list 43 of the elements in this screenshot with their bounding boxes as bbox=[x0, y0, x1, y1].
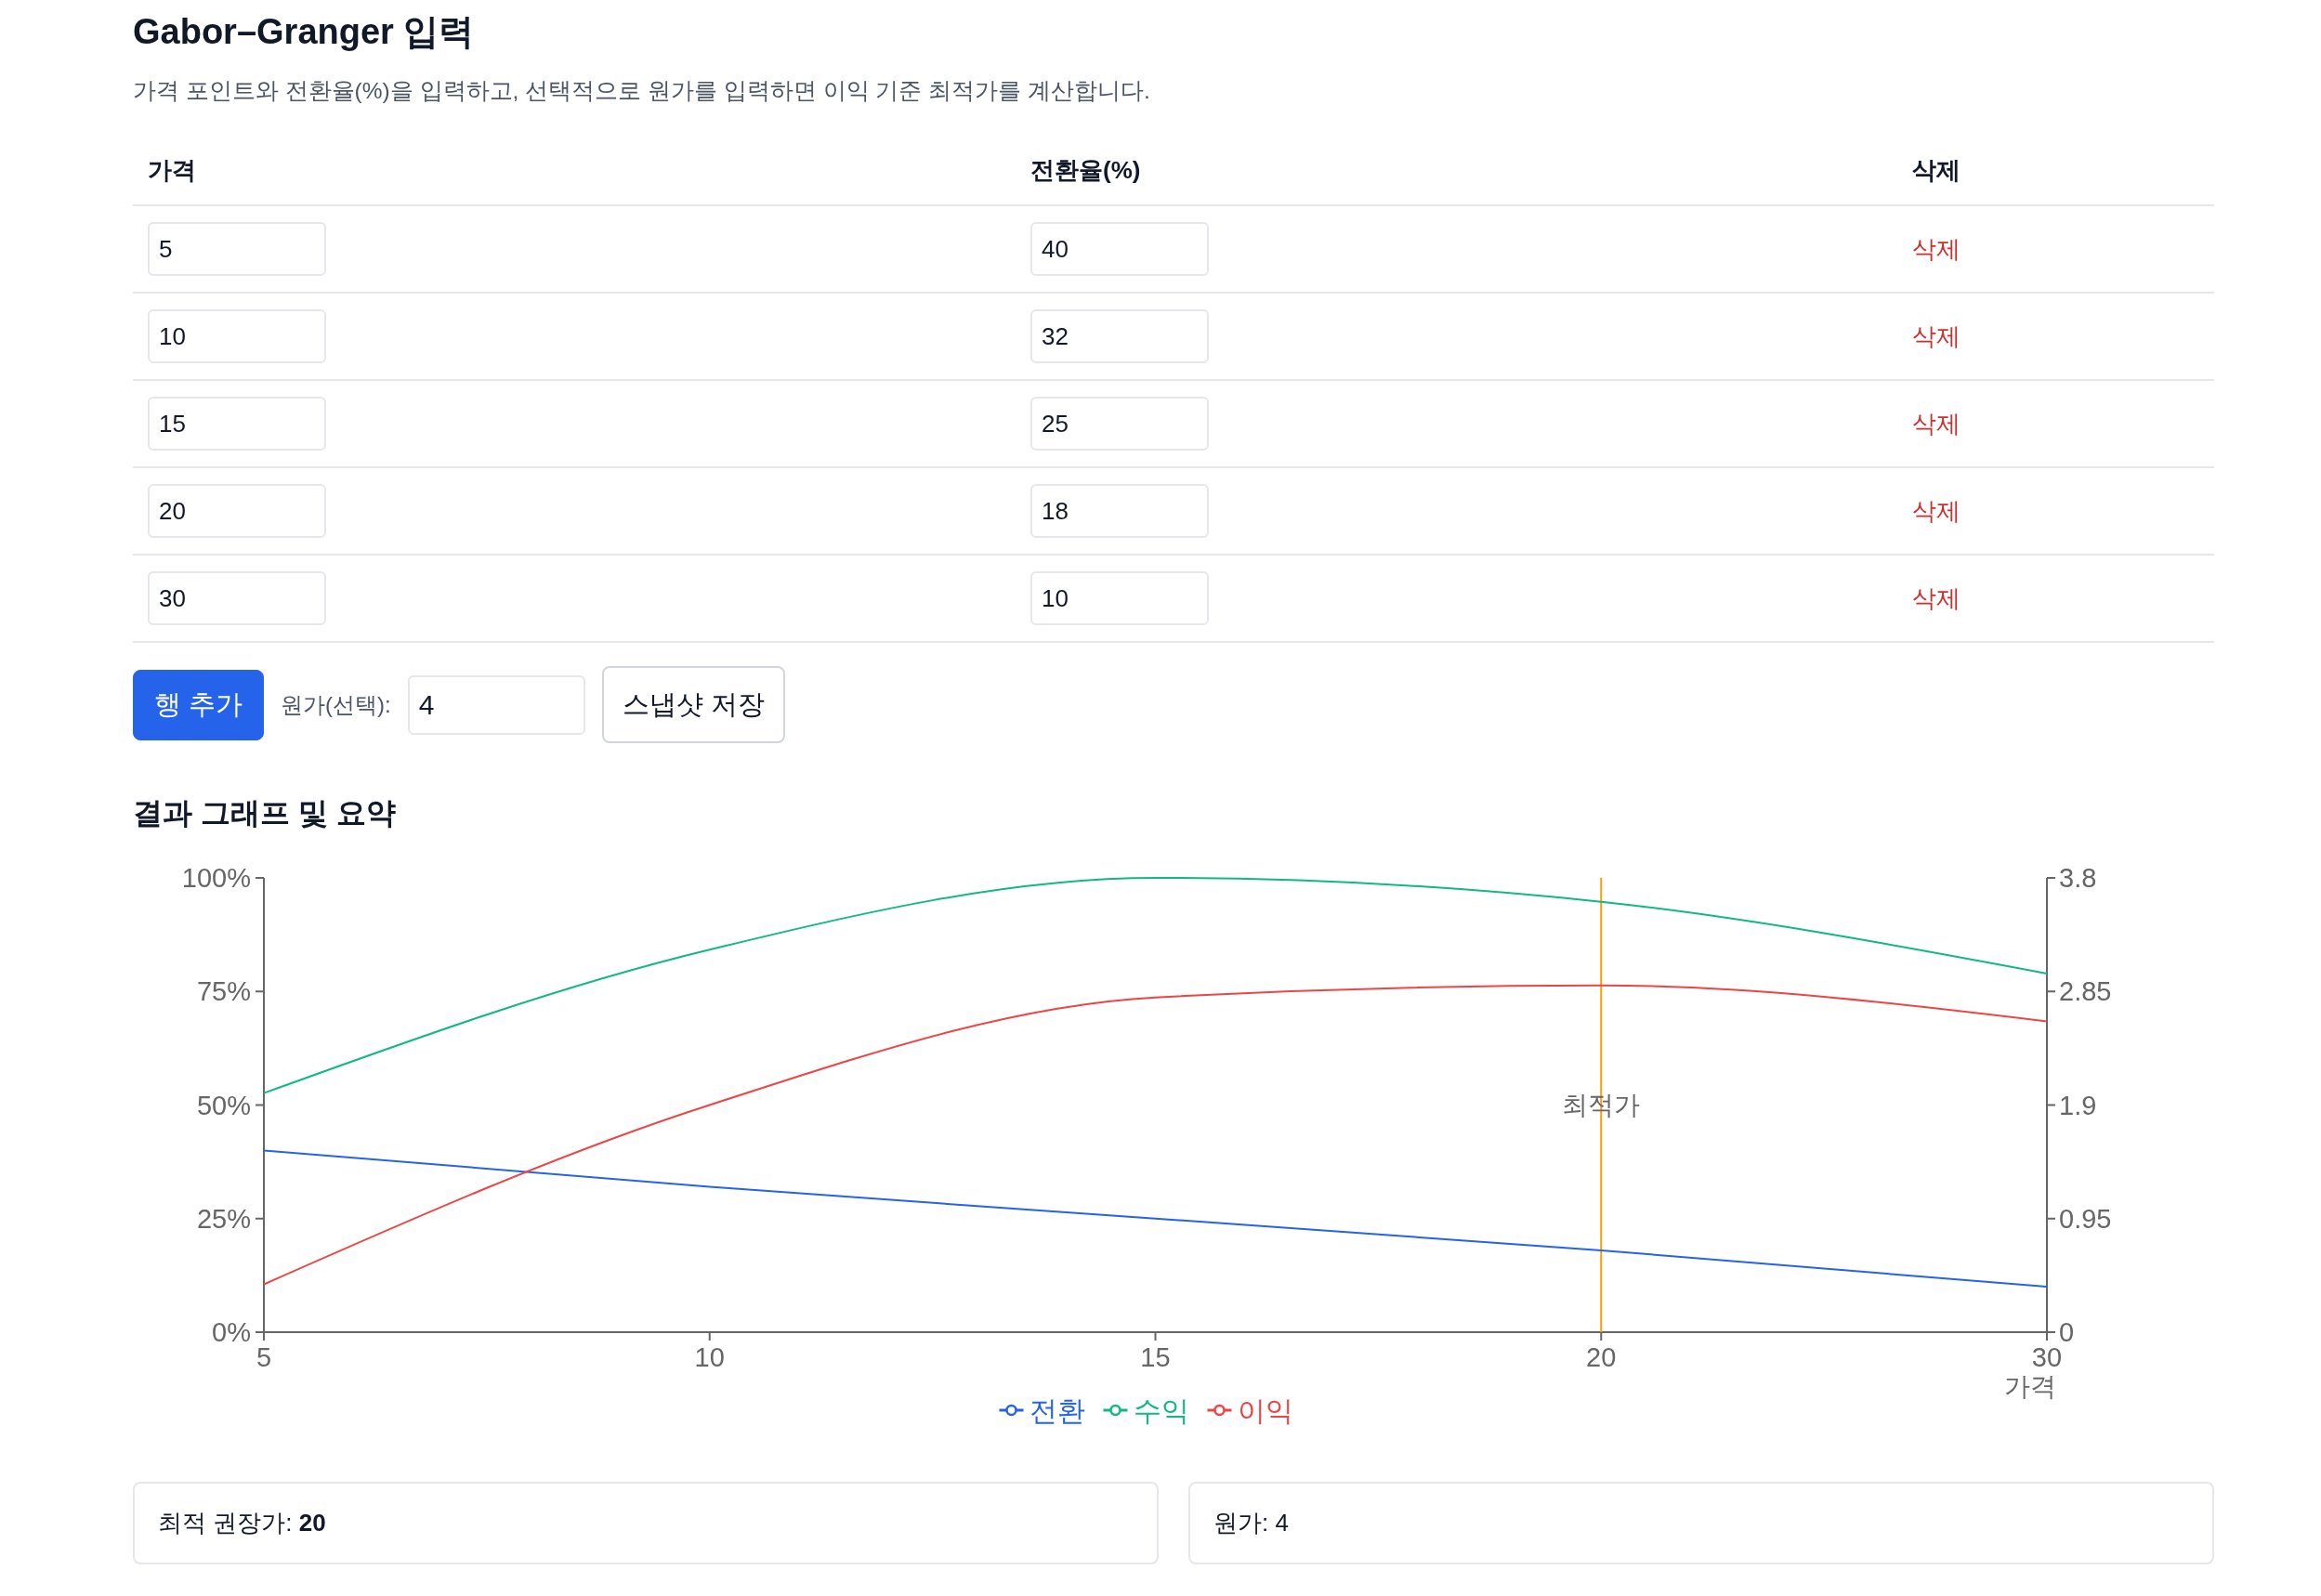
save-snapshot-button[interactable]: 스냅샷 저장 bbox=[601, 666, 785, 744]
conversion-input[interactable]: 40 bbox=[1030, 222, 1209, 277]
price-input[interactable]: 20 bbox=[148, 484, 326, 539]
price-input[interactable]: 10 bbox=[148, 309, 326, 364]
conversion-input[interactable]: 18 bbox=[1030, 484, 1209, 539]
delete-link[interactable]: 삭제 bbox=[1912, 492, 1960, 530]
conversion-input[interactable]: 10 bbox=[1030, 571, 1209, 626]
axis-tick-label: 25% bbox=[196, 1203, 251, 1234]
description-text: 가격 포인트와 전환율(%)을 입력하고, 선택적으로 원가를 입력하면 이익 기준 최적가를 계산합니다. bbox=[133, 76, 1151, 105]
axis-title: 가격 bbox=[2004, 1371, 2056, 1401]
axis-tick-label: 3.8 bbox=[2059, 862, 2097, 893]
axis-tick-label: 50% bbox=[196, 1090, 251, 1120]
column-header: 가격 bbox=[133, 137, 1016, 206]
axis-tick-label: 15 bbox=[1140, 1341, 1171, 1372]
axis-tick-label: 10 bbox=[694, 1341, 725, 1372]
column-header: 삭제 bbox=[1897, 137, 2214, 206]
price-input[interactable]: 15 bbox=[148, 397, 326, 451]
legend-label[interactable]: 전환 bbox=[1029, 1394, 1085, 1426]
delete-link[interactable]: 삭제 bbox=[1912, 580, 1960, 617]
summary-text: 최적 권장가: 20 bbox=[158, 1508, 326, 1537]
column-header: 전환율(%) bbox=[1016, 137, 1897, 206]
summary-text: 원가: 4 bbox=[1213, 1508, 1289, 1537]
section-title: 결과 그래프 및 요약 bbox=[133, 795, 397, 831]
legend-label[interactable]: 이익 bbox=[1237, 1394, 1293, 1426]
page-title: Gabor–Granger 입력 bbox=[133, 11, 476, 53]
price-input[interactable]: 30 bbox=[148, 571, 326, 626]
add-row-button[interactable]: 행 추가 bbox=[133, 669, 265, 740]
price-input[interactable]: 5 bbox=[148, 222, 326, 277]
cost-input[interactable]: 4 bbox=[407, 674, 585, 735]
axis-tick-label: 100% bbox=[181, 862, 251, 893]
axis-tick-label: 0.95 bbox=[2059, 1203, 2112, 1234]
axis-tick-label: 1.9 bbox=[2059, 1090, 2097, 1120]
axis-tick-label: 0% bbox=[212, 1316, 251, 1347]
axis-tick-label: 5 bbox=[256, 1341, 272, 1372]
delete-link[interactable]: 삭제 bbox=[1912, 318, 1960, 355]
delete-link[interactable]: 삭제 bbox=[1912, 230, 1960, 268]
axis-tick-label: 75% bbox=[196, 976, 251, 1006]
conversion-input[interactable]: 32 bbox=[1030, 309, 1209, 364]
delete-link[interactable]: 삭제 bbox=[1912, 405, 1960, 442]
axis-tick-label: 20 bbox=[1586, 1341, 1617, 1372]
axis-tick-label: 2.85 bbox=[2059, 976, 2112, 1006]
conversion-input[interactable]: 25 bbox=[1030, 397, 1209, 451]
cost-label: 원가(선택): bbox=[281, 690, 391, 719]
